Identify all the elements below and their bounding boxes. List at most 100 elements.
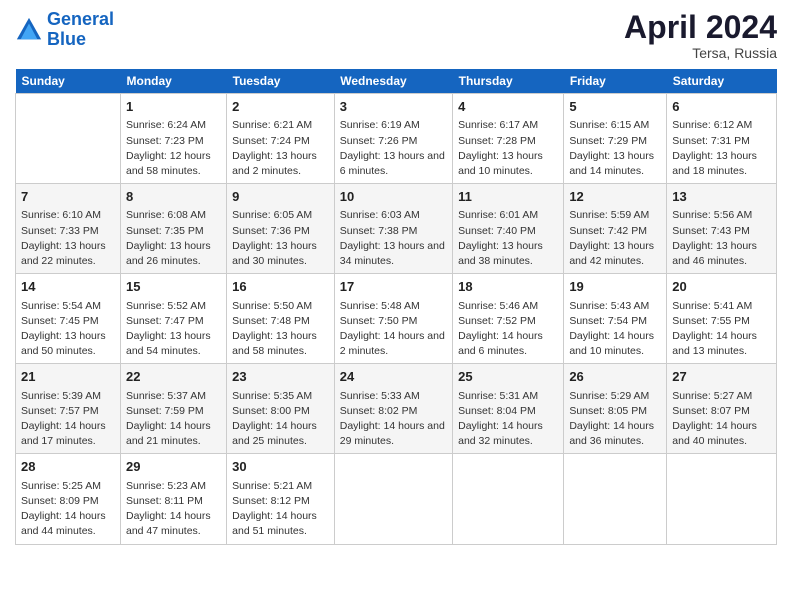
cell-info: Sunrise: 6:21 AMSunset: 7:24 PMDaylight:… <box>232 118 329 179</box>
cell-info: Sunrise: 6:01 AMSunset: 7:40 PMDaylight:… <box>458 208 558 269</box>
week-row-5: 28 Sunrise: 5:25 AMSunset: 8:09 PMDayligh… <box>16 454 777 544</box>
logo-line2: Blue <box>47 29 86 49</box>
day-number: 9 <box>232 188 329 206</box>
cell-2-7: 13Sunrise: 5:56 AMSunset: 7:43 PMDayligh… <box>667 184 777 274</box>
cell-info: Sunrise: 5:23 AMSunset: 8:11 PMDaylight:… <box>126 479 221 540</box>
day-number: 22 <box>126 368 221 386</box>
week-row-3: 14Sunrise: 5:54 AMSunset: 7:45 PMDayligh… <box>16 274 777 364</box>
week-row-1: 1 Sunrise: 6:24 AMSunset: 7:23 PMDaylight… <box>16 94 777 184</box>
day-number: 25 <box>458 368 558 386</box>
cell-info: Sunrise: 5:54 AMSunset: 7:45 PMDaylight:… <box>21 299 115 360</box>
page-container: General Blue April 2024 Tersa, Russia Su… <box>0 0 792 555</box>
week-row-4: 21 Sunrise: 5:39 AMSunset: 7:57 PMDayligh… <box>16 364 777 454</box>
col-monday: Monday <box>121 69 227 94</box>
day-number: 4 <box>458 98 558 116</box>
cell-info: Sunrise: 6:12 AMSunset: 7:31 PMDaylight:… <box>672 118 771 179</box>
cell-info: Sunrise: 5:43 AMSunset: 7:54 PMDaylight:… <box>569 299 661 360</box>
week-row-2: 7Sunrise: 6:10 AMSunset: 7:33 PMDaylight… <box>16 184 777 274</box>
cell-3-3: 16Sunrise: 5:50 AMSunset: 7:48 PMDayligh… <box>227 274 335 364</box>
page-header: General Blue April 2024 Tersa, Russia <box>15 10 777 61</box>
cell-info: Sunrise: 5:50 AMSunset: 7:48 PMDaylight:… <box>232 299 329 360</box>
cell-info: Sunrise: 5:35 AMSunset: 8:00 PMDaylight:… <box>232 389 329 450</box>
day-number: 28 <box>21 458 115 476</box>
day-number: 12 <box>569 188 661 206</box>
cell-1-3: 2 Sunrise: 6:21 AMSunset: 7:24 PMDaylight… <box>227 94 335 184</box>
day-number: 13 <box>672 188 771 206</box>
cell-info: Sunrise: 5:37 AMSunset: 7:59 PMDaylight:… <box>126 389 221 450</box>
day-number: 6 <box>672 98 771 116</box>
day-number: 7 <box>21 188 115 206</box>
cell-info: Sunrise: 5:48 AMSunset: 7:50 PMDaylight:… <box>340 299 447 360</box>
day-number: 17 <box>340 278 447 296</box>
day-number: 20 <box>672 278 771 296</box>
cell-1-5: 4 Sunrise: 6:17 AMSunset: 7:28 PMDaylight… <box>453 94 564 184</box>
cell-info: Sunrise: 5:46 AMSunset: 7:52 PMDaylight:… <box>458 299 558 360</box>
cell-4-2: 22 Sunrise: 5:37 AMSunset: 7:59 PMDayligh… <box>121 364 227 454</box>
cell-2-1: 7Sunrise: 6:10 AMSunset: 7:33 PMDaylight… <box>16 184 121 274</box>
logo-line1: General <box>47 9 114 29</box>
cell-info: Sunrise: 5:29 AMSunset: 8:05 PMDaylight:… <box>569 389 661 450</box>
cell-info: Sunrise: 6:05 AMSunset: 7:36 PMDaylight:… <box>232 208 329 269</box>
cell-info: Sunrise: 5:33 AMSunset: 8:02 PMDaylight:… <box>340 389 447 450</box>
cell-5-3: 30Sunrise: 5:21 AMSunset: 8:12 PMDayligh… <box>227 454 335 544</box>
cell-5-2: 29Sunrise: 5:23 AMSunset: 8:11 PMDayligh… <box>121 454 227 544</box>
cell-4-3: 23 Sunrise: 5:35 AMSunset: 8:00 PMDayligh… <box>227 364 335 454</box>
col-tuesday: Tuesday <box>227 69 335 94</box>
cell-1-6: 5 Sunrise: 6:15 AMSunset: 7:29 PMDaylight… <box>564 94 667 184</box>
day-number: 3 <box>340 98 447 116</box>
day-number: 5 <box>569 98 661 116</box>
cell-info: Sunrise: 5:39 AMSunset: 7:57 PMDaylight:… <box>21 389 115 450</box>
cell-info: Sunrise: 5:59 AMSunset: 7:42 PMDaylight:… <box>569 208 661 269</box>
cell-2-6: 12 Sunrise: 5:59 AMSunset: 7:42 PMDayligh… <box>564 184 667 274</box>
cell-info: Sunrise: 6:24 AMSunset: 7:23 PMDaylight:… <box>126 118 221 179</box>
cell-info: Sunrise: 6:15 AMSunset: 7:29 PMDaylight:… <box>569 118 661 179</box>
cell-info: Sunrise: 6:03 AMSunset: 7:38 PMDaylight:… <box>340 208 447 269</box>
cell-info: Sunrise: 5:52 AMSunset: 7:47 PMDaylight:… <box>126 299 221 360</box>
cell-1-4: 3Sunrise: 6:19 AMSunset: 7:26 PMDaylight… <box>334 94 452 184</box>
cell-4-5: 25 Sunrise: 5:31 AMSunset: 8:04 PMDayligh… <box>453 364 564 454</box>
calendar-body: 1 Sunrise: 6:24 AMSunset: 7:23 PMDaylight… <box>16 94 777 544</box>
cell-info: Sunrise: 5:41 AMSunset: 7:55 PMDaylight:… <box>672 299 771 360</box>
day-number: 30 <box>232 458 329 476</box>
cell-5-6 <box>564 454 667 544</box>
cell-4-4: 24 Sunrise: 5:33 AMSunset: 8:02 PMDayligh… <box>334 364 452 454</box>
cell-info: Sunrise: 5:27 AMSunset: 8:07 PMDaylight:… <box>672 389 771 450</box>
cell-5-7 <box>667 454 777 544</box>
page-title: April 2024 <box>624 10 777 45</box>
cell-2-2: 8Sunrise: 6:08 AMSunset: 7:35 PMDaylight… <box>121 184 227 274</box>
day-number: 23 <box>232 368 329 386</box>
col-friday: Friday <box>564 69 667 94</box>
day-number: 24 <box>340 368 447 386</box>
col-thursday: Thursday <box>453 69 564 94</box>
col-wednesday: Wednesday <box>334 69 452 94</box>
day-number: 19 <box>569 278 661 296</box>
calendar-table: Sunday Monday Tuesday Wednesday Thursday… <box>15 69 777 544</box>
calendar-header: Sunday Monday Tuesday Wednesday Thursday… <box>16 69 777 94</box>
day-number: 15 <box>126 278 221 296</box>
cell-info: Sunrise: 6:17 AMSunset: 7:28 PMDaylight:… <box>458 118 558 179</box>
cell-5-1: 28 Sunrise: 5:25 AMSunset: 8:09 PMDayligh… <box>16 454 121 544</box>
cell-3-4: 17 Sunrise: 5:48 AMSunset: 7:50 PMDayligh… <box>334 274 452 364</box>
cell-1-7: 6 Sunrise: 6:12 AMSunset: 7:31 PMDaylight… <box>667 94 777 184</box>
cell-3-2: 15 Sunrise: 5:52 AMSunset: 7:47 PMDayligh… <box>121 274 227 364</box>
cell-2-5: 11Sunrise: 6:01 AMSunset: 7:40 PMDayligh… <box>453 184 564 274</box>
col-saturday: Saturday <box>667 69 777 94</box>
day-number: 18 <box>458 278 558 296</box>
day-number: 8 <box>126 188 221 206</box>
cell-4-7: 27 Sunrise: 5:27 AMSunset: 8:07 PMDayligh… <box>667 364 777 454</box>
day-number: 10 <box>340 188 447 206</box>
day-number: 2 <box>232 98 329 116</box>
cell-info: Sunrise: 5:25 AMSunset: 8:09 PMDaylight:… <box>21 479 115 540</box>
cell-1-2: 1 Sunrise: 6:24 AMSunset: 7:23 PMDaylight… <box>121 94 227 184</box>
cell-1-1 <box>16 94 121 184</box>
cell-5-5 <box>453 454 564 544</box>
day-number: 1 <box>126 98 221 116</box>
day-number: 27 <box>672 368 771 386</box>
cell-3-6: 19 Sunrise: 5:43 AMSunset: 7:54 PMDayligh… <box>564 274 667 364</box>
cell-3-5: 18 Sunrise: 5:46 AMSunset: 7:52 PMDayligh… <box>453 274 564 364</box>
day-number: 21 <box>21 368 115 386</box>
cell-info: Sunrise: 5:31 AMSunset: 8:04 PMDaylight:… <box>458 389 558 450</box>
title-block: April 2024 Tersa, Russia <box>624 10 777 61</box>
col-sunday: Sunday <box>16 69 121 94</box>
cell-4-1: 21 Sunrise: 5:39 AMSunset: 7:57 PMDayligh… <box>16 364 121 454</box>
